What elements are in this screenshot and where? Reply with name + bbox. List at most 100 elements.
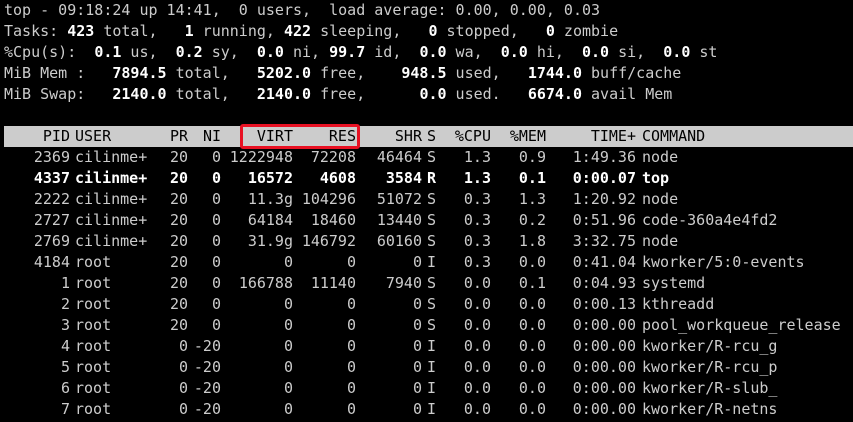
cell-virt: 16572: [247, 169, 293, 187]
cell-ni: -20: [193, 379, 221, 397]
cell-shr: 51072: [376, 190, 422, 208]
cell-res: 146792: [301, 232, 356, 250]
cell-user: root: [75, 274, 112, 292]
cell-res: 0: [346, 400, 356, 418]
cell-user: cilinme+: [75, 169, 148, 187]
cell-shr: 60160: [376, 232, 422, 250]
cell-virt: 0: [283, 253, 293, 271]
cell-res: 18460: [310, 211, 356, 229]
cell-time: 0:00.07: [572, 169, 636, 187]
cell-res: 0: [346, 316, 356, 334]
cell-ni: 0: [211, 253, 221, 271]
cell-shr: 0: [412, 253, 422, 271]
table-row: 6 root 0 -20 0 0 0 I 0.0 0.0 0:00.00 kworker/R-slub…: [4, 378, 853, 399]
cell-pid: 5: [60, 358, 70, 376]
table-row: 2369 cilinme+ 20 0 1222948 72208 46464 S 1.3 0.9 1…: [4, 147, 853, 168]
cell-mem: 0.0: [518, 379, 546, 397]
cell-res: 72208: [310, 148, 356, 166]
cell-user: root: [75, 358, 112, 376]
cell-virt: 0: [283, 316, 293, 334]
table-row: 2727 cilinme+ 20 0 64184 18460 13440 S 0.3 0.2 0:5…: [4, 210, 853, 231]
cell-pid: 4184: [33, 253, 70, 271]
cell-command: systemd: [642, 274, 706, 292]
cell-ni: 0: [211, 211, 221, 229]
cell-mem: 0.0: [518, 400, 546, 418]
header-command: COMMAND: [642, 127, 706, 145]
mem-line: MiB Mem : 7894.5 total, 5202.0 free, 948…: [4, 64, 682, 82]
cpu-line: %Cpu(s): 0.1 us, 0.2 sy, 0.0 ni, 99.7 id…: [4, 43, 718, 61]
cell-time: 0:00.00: [572, 358, 636, 376]
cell-pr: 20: [169, 169, 188, 187]
cell-pid: 2369: [33, 148, 70, 166]
cell-state: S: [427, 274, 437, 292]
cell-virt: 0: [283, 358, 293, 376]
cell-command: kthreadd: [642, 295, 715, 313]
cell-command: node: [642, 190, 679, 208]
cell-state: R: [427, 169, 437, 187]
cell-cpu: 0.3: [463, 253, 491, 271]
cell-mem: 0.1: [518, 169, 546, 187]
cell-command: kworker/R-rcu_p: [642, 358, 778, 376]
process-table-header: PID USER PR NI VIRT RES SHR S %CPU %MEM …: [4, 126, 853, 147]
cell-state: S: [427, 316, 437, 334]
cell-command: pool_workqueue_release: [642, 316, 841, 334]
cell-user: root: [75, 400, 112, 418]
cell-state: I: [427, 358, 437, 376]
cell-res: 0: [346, 379, 356, 397]
cell-pid: 2727: [33, 211, 70, 229]
cell-res: 4608: [319, 169, 356, 187]
cell-ni: -20: [193, 358, 221, 376]
cell-ni: 0: [211, 148, 221, 166]
cell-cpu: 0.3: [463, 190, 491, 208]
cell-cpu: 0.0: [463, 295, 491, 313]
cell-pid: 2222: [33, 190, 70, 208]
cell-pr: 20: [169, 274, 188, 292]
cell-time: 0:51.96: [572, 211, 636, 229]
cell-cpu: 1.3: [463, 169, 491, 187]
cell-user: cilinme+: [75, 211, 148, 229]
cell-pid: 6: [60, 379, 70, 397]
cell-command: kworker/R-netns: [642, 400, 778, 418]
cell-res: 0: [346, 295, 356, 313]
cell-user: root: [75, 379, 112, 397]
cell-mem: 0.0: [518, 358, 546, 376]
table-row: 4337 cilinme+ 20 0 16572 4608 3584 R 1.3 0.1 0:00.…: [4, 168, 853, 189]
cell-virt: 1222948: [229, 148, 293, 166]
table-row: 1 root 20 0 166788 11140 7940 S 0.0 0.1 0:04.93 sys…: [4, 273, 853, 294]
cell-cpu: 0.0: [463, 316, 491, 334]
cell-ni: -20: [193, 400, 221, 418]
header-state: S: [427, 127, 437, 145]
terminal[interactable]: top - 09:18:24 up 14:41, 0 users, load a…: [4, 0, 853, 420]
cell-time: 0:00.00: [572, 400, 636, 418]
cell-time: 1:20.92: [572, 190, 636, 208]
cell-cpu: 0.0: [463, 400, 491, 418]
cell-time: 0:00.00: [572, 337, 636, 355]
cell-command: node: [642, 232, 679, 250]
cell-pr: 0: [178, 379, 188, 397]
cell-pr: 20: [169, 316, 188, 334]
cell-res: 0: [346, 358, 356, 376]
cell-virt: 31.9g: [247, 232, 293, 250]
cell-user: cilinme+: [75, 148, 148, 166]
cell-state: S: [427, 211, 437, 229]
cell-virt: 0: [283, 295, 293, 313]
table-row: 3 root 20 0 0 0 0 S 0.0 0.0 0:00.00 pool_workqueue_…: [4, 315, 853, 336]
cell-command: code-360a4e4fd2: [642, 211, 778, 229]
header-mem: %MEM: [509, 127, 546, 145]
cell-time: 3:32.75: [572, 232, 636, 250]
cell-user: root: [75, 316, 112, 334]
cell-shr: 0: [412, 358, 422, 376]
cell-pr: 20: [169, 148, 188, 166]
cell-ni: 0: [211, 169, 221, 187]
cell-mem: 1.3: [518, 190, 546, 208]
tasks-stopped: 0: [428, 22, 438, 40]
tasks-sleeping: 422: [283, 22, 312, 40]
table-row: 7 root 0 -20 0 0 0 I 0.0 0.0 0:00.00 kworker/R-netn…: [4, 399, 853, 420]
cell-shr: 0: [412, 295, 422, 313]
header-pr: PR: [169, 127, 188, 145]
table-row: 4 root 0 -20 0 0 0 I 0.0 0.0 0:00.00 kworker/R-rcu_…: [4, 336, 853, 357]
cell-time: 0:00.00: [572, 379, 636, 397]
header-user: USER: [75, 127, 112, 145]
cell-shr: 0: [412, 379, 422, 397]
cell-command: kworker/5:0-events: [642, 253, 805, 271]
